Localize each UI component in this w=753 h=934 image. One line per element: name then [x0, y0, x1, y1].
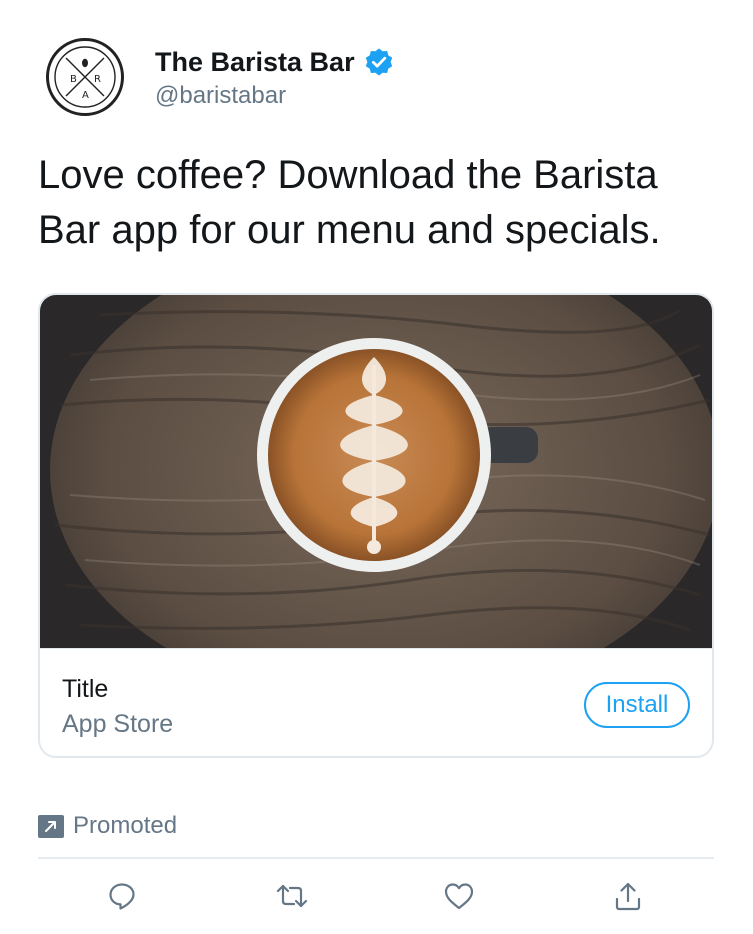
promoted-indicator: Promoted — [38, 812, 177, 840]
verified-badge-icon — [364, 47, 394, 77]
retweet-button[interactable] — [270, 874, 314, 918]
card-subtitle: App Store — [62, 710, 174, 738]
avatar-letter: B — [70, 74, 77, 85]
avatar-letter: R — [94, 74, 101, 85]
avatar-letter: A — [82, 90, 89, 101]
card-footer[interactable]: Title App Store Install — [40, 648, 712, 756]
app-install-card[interactable]: Title App Store Install — [38, 293, 714, 758]
share-button[interactable] — [606, 874, 650, 918]
reply-icon — [109, 883, 135, 910]
account-name-row: The Barista Bar — [155, 44, 394, 80]
card-title: Title — [62, 675, 109, 703]
action-divider — [38, 857, 714, 859]
display-name[interactable]: The Barista Bar — [155, 47, 355, 78]
tweet-text: Love coffee? Download the Barista Bar ap… — [38, 153, 661, 252]
install-button[interactable]: Install — [584, 682, 690, 728]
avatar-logo: B R A — [54, 46, 116, 108]
retweet-icon — [276, 884, 308, 908]
account-handle[interactable]: @baristabar — [155, 82, 286, 110]
promoted-arrow-icon — [38, 814, 64, 838]
promoted-label: Promoted — [73, 812, 178, 839]
promoted-tweet: B R A The Barista Bar @baristabar Love c… — [0, 0, 753, 934]
reply-button[interactable] — [100, 874, 144, 918]
avatar[interactable]: B R A — [46, 38, 124, 116]
heart-icon — [444, 883, 474, 910]
like-button[interactable] — [437, 874, 481, 918]
share-icon — [615, 882, 641, 911]
card-image-coffee[interactable] — [40, 295, 712, 648]
